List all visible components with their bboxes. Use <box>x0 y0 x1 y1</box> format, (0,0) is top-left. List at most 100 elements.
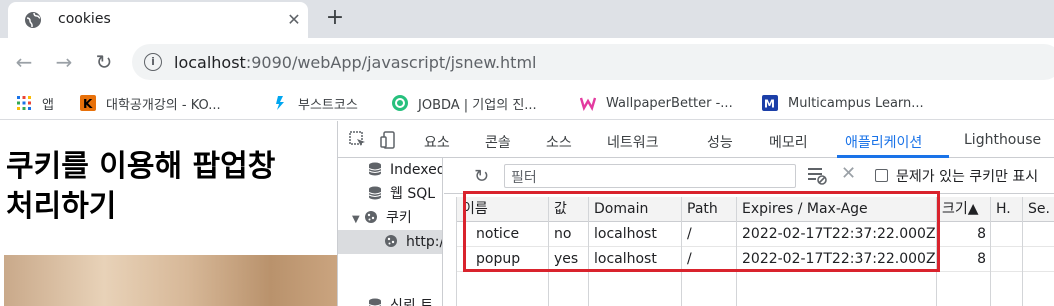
tab-elements[interactable]: 요소 <box>424 132 450 152</box>
sidebar-item-label: 웹 SQL <box>390 186 436 202</box>
wallpaperbetter-icon <box>580 97 596 111</box>
column-divider <box>736 197 737 306</box>
sidebar-item-indexeddb[interactable]: Indexed <box>368 158 442 182</box>
bookmark-jobda[interactable]: JOBDA | 기업의 진... <box>392 92 537 114</box>
cookies-pane: ↻ 필터 ✕ 문제가 있는 쿠키만 표시 이름 값 Domain Path Ex… <box>444 158 1054 306</box>
problem-cookies-checkbox[interactable] <box>875 169 888 182</box>
bookmark-label: 앱 <box>42 97 54 113</box>
bookmark-label: JOBDA | 기업의 진... <box>418 97 537 113</box>
forward-button[interactable]: → <box>52 50 76 74</box>
multicampus-icon: M <box>762 95 778 111</box>
bookmark-label: Multicampus Learn... <box>788 95 924 111</box>
heading-line-1: 쿠키를 이용해 팝업창 <box>6 149 276 184</box>
column-divider <box>936 197 937 306</box>
tab-console[interactable]: 콘솔 <box>485 132 511 152</box>
page-viewport: 쿠키를 이용해 팝업창처리하기 <box>0 121 337 306</box>
column-header-domain[interactable]: Domain <box>594 197 648 222</box>
filter-input[interactable]: 필터 <box>504 164 796 188</box>
database-icon <box>368 298 382 306</box>
column-header-secure[interactable]: Se. <box>1028 197 1050 222</box>
table-row[interactable]: popup yes localhost / 2022-02-17T22:37:2… <box>456 247 1054 272</box>
tab-application[interactable]: 애플리케이션 <box>845 132 922 152</box>
svg-text:M: M <box>764 98 775 111</box>
tab-network[interactable]: 네트워크 <box>607 132 659 152</box>
tab-sources[interactable]: 소스 <box>546 132 572 152</box>
bookmark-label: WallpaperBetter -... <box>606 95 733 111</box>
cookie-domain: localhost <box>594 226 657 242</box>
device-toolbar-icon[interactable] <box>380 130 400 150</box>
table-row[interactable]: notice no localhost / 2022-02-17T22:37:2… <box>456 222 1054 247</box>
sidebar-item-cookies[interactable]: ▼ 쿠키 <box>352 206 412 230</box>
sidebar-item-websql[interactable]: 웹 SQL <box>368 182 435 206</box>
sidebar-item-cookie-origin[interactable]: http:/ <box>338 230 442 254</box>
browser-tab-strip: cookies ✕ + <box>0 0 1054 38</box>
cookies-toolbar: ↻ 필터 ✕ 문제가 있는 쿠키만 표시 <box>444 158 1054 194</box>
new-tab-button[interactable]: + <box>322 6 348 32</box>
jobda-icon <box>392 95 408 111</box>
column-header-value[interactable]: 값 <box>554 197 567 222</box>
browser-toolbar: ← → ↻ i localhost:9090/webApp/javascript… <box>0 38 1054 86</box>
database-icon <box>368 162 382 176</box>
devtools-panel: 요소 콘솔 소스 네트워크 성능 메모리 애플리케이션 Lighthouse I… <box>337 121 1054 306</box>
heading-line-2: 처리하기 <box>6 189 117 224</box>
reload-button[interactable]: ↻ <box>92 50 116 74</box>
cookie-icon <box>385 235 397 247</box>
cookie-value: yes <box>554 251 579 267</box>
cookie-size: 8 <box>977 251 986 267</box>
bookmark-multicampus[interactable]: M Multicampus Learn... <box>762 92 924 114</box>
cookie-size: 8 <box>977 226 986 242</box>
sidebar-item-trust-tokens[interactable]: 신뢰 토 <box>368 294 433 306</box>
url-path: :9090/webApp/javascript/jsnew.html <box>245 53 537 72</box>
expand-arrow-icon[interactable]: ▼ <box>352 208 364 232</box>
back-button[interactable]: ← <box>12 50 36 74</box>
tab-performance[interactable]: 성능 <box>707 132 733 152</box>
cookie-name: popup <box>476 251 521 267</box>
application-sidebar: Indexed 웹 SQL ▼ 쿠키 http:/ 신뢰 토 <box>338 158 443 306</box>
page-heading: 쿠키를 이용해 팝업창처리하기 <box>6 147 336 227</box>
refresh-icon[interactable]: ↻ <box>474 166 489 187</box>
column-header-expires[interactable]: Expires / Max-Age <box>742 197 868 222</box>
apps-grid-icon <box>17 96 31 110</box>
inspect-element-icon[interactable] <box>348 130 368 150</box>
popup-image <box>4 255 337 306</box>
column-header-path[interactable]: Path <box>687 197 718 222</box>
table-header-row: 이름 값 Domain Path Expires / Max-Age 크기▲ H… <box>456 197 1054 222</box>
site-info-icon[interactable]: i <box>144 53 162 71</box>
url-text[interactable]: localhost:9090/webApp/javascript/jsnew.h… <box>174 53 536 72</box>
bookmark-label: 대학공개강의 - KO... <box>106 97 221 113</box>
column-divider <box>456 197 457 306</box>
devtools-tab-bar: 요소 콘솔 소스 네트워크 성능 메모리 애플리케이션 Lighthouse <box>338 121 1054 158</box>
column-divider <box>990 197 991 306</box>
cookie-domain: localhost <box>594 251 657 267</box>
cookie-path: / <box>687 251 692 267</box>
cookie-value: no <box>554 226 572 242</box>
tab-memory[interactable]: 메모리 <box>769 132 808 152</box>
tab-title: cookies <box>58 11 111 27</box>
cookie-icon <box>365 211 377 223</box>
browser-tab[interactable]: cookies ✕ <box>8 2 308 38</box>
cookie-path: / <box>687 226 692 242</box>
database-icon <box>368 186 382 200</box>
bookmark-wallpaperbetter[interactable]: WallpaperBetter -... <box>580 92 733 114</box>
cookie-expires: 2022-02-17T22:37:22.000Z <box>742 251 936 267</box>
sidebar-item-label: 쿠키 <box>386 210 412 226</box>
url-host: localhost <box>174 53 246 72</box>
cookies-table: 이름 값 Domain Path Expires / Max-Age 크기▲ H… <box>456 197 1054 306</box>
address-bar[interactable]: i localhost:9090/webApp/javascript/jsnew… <box>132 44 1054 80</box>
column-divider <box>1022 197 1023 306</box>
bookmark-boostcourse[interactable]: 부스트코스 <box>272 92 358 114</box>
column-divider <box>548 197 549 306</box>
tab-lighthouse[interactable]: Lighthouse <box>964 132 1041 148</box>
column-header-httponly[interactable]: H. <box>996 197 1011 222</box>
delete-selected-icon[interactable]: ✕ <box>841 163 856 184</box>
column-header-size[interactable]: 크기▲ <box>942 197 979 222</box>
column-header-name[interactable]: 이름 <box>462 197 488 222</box>
bookmarks-bar: 앱 K 대학공개강의 - KO... 부스트코스 JOBDA | 기업의 진..… <box>0 86 1054 120</box>
bookmark-apps[interactable]: 앱 <box>16 92 54 114</box>
bookmark-kocw[interactable]: K 대학공개강의 - KO... <box>80 92 221 114</box>
close-tab-icon[interactable]: ✕ <box>284 10 304 30</box>
column-divider <box>588 197 589 306</box>
column-divider <box>681 197 682 306</box>
bookmark-label: 부스트코스 <box>298 97 358 113</box>
clear-all-icon[interactable] <box>806 164 828 186</box>
